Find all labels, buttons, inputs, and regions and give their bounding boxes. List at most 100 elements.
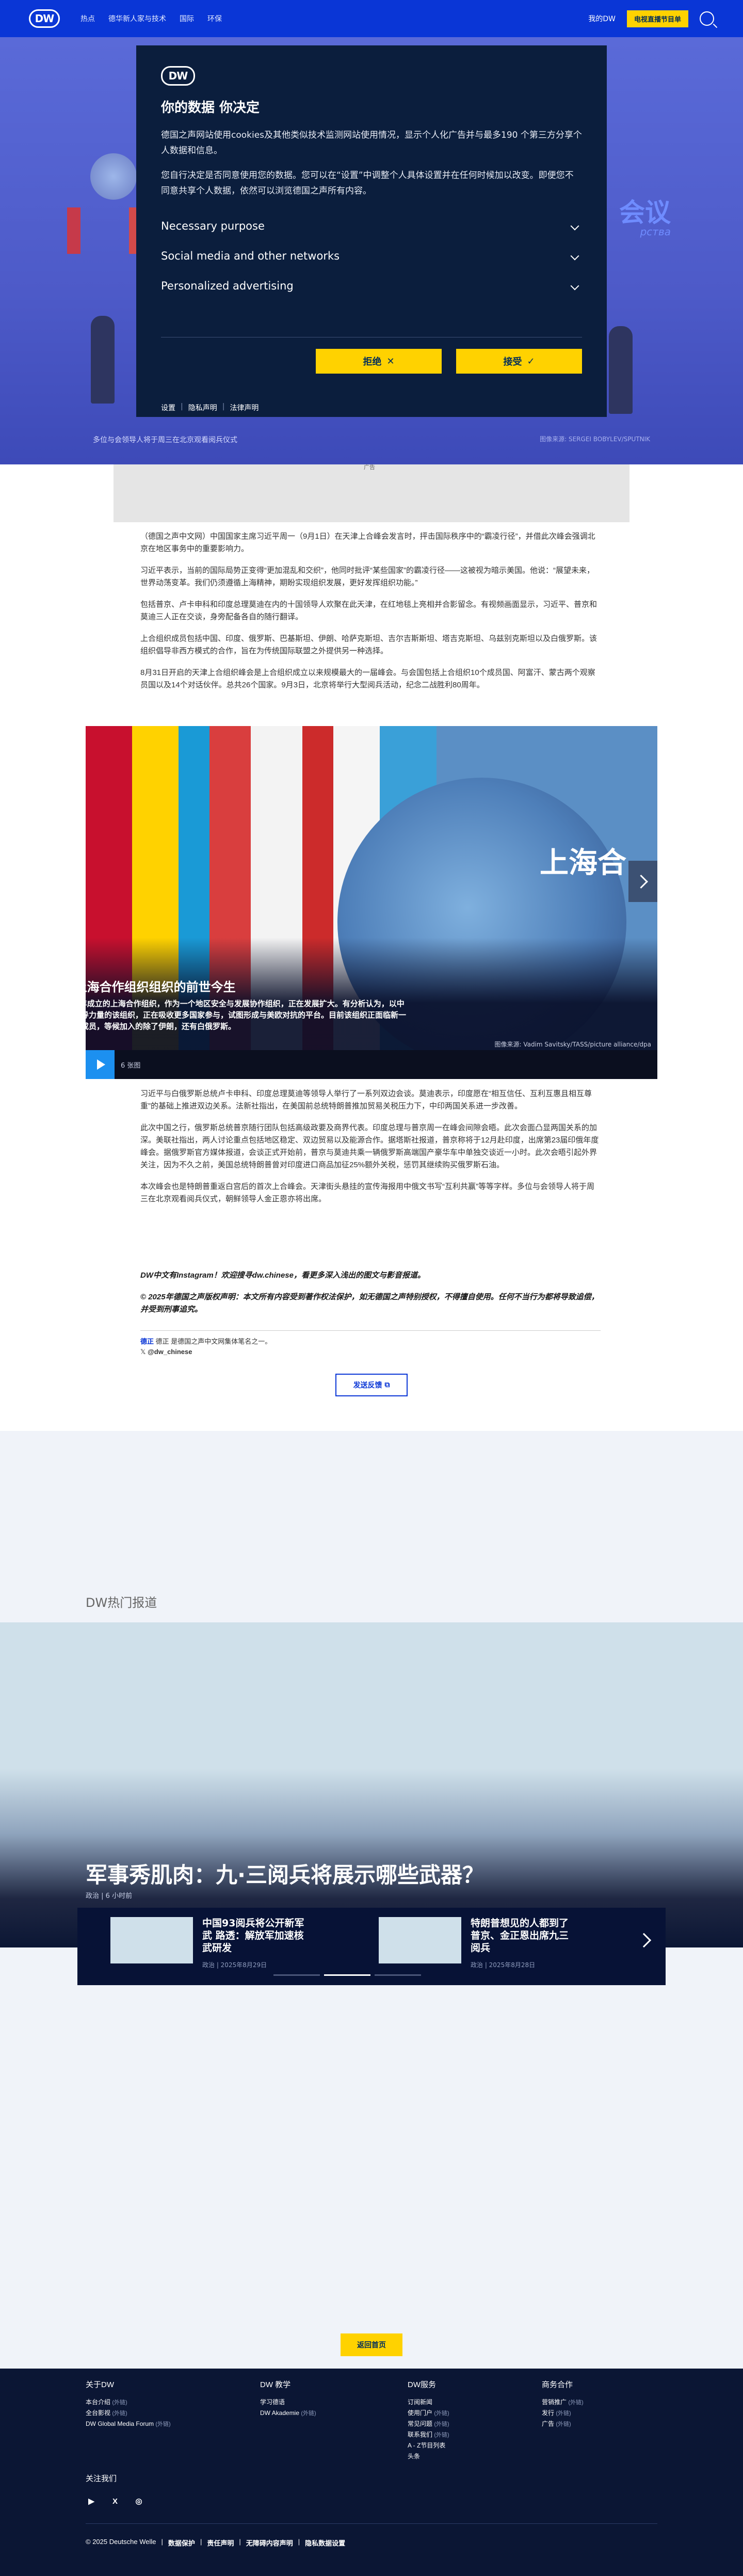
separator: | [200, 2538, 202, 2546]
purpose-label: Social media and other networks [161, 250, 340, 262]
article-paragraph: 习近平表示，当前的国际局势正变得“更加混乱和交织”，他同时批评“某些国家”的霸凌… [140, 566, 594, 587]
top-bar: DW 热点 德华新人家与技术 国际 环保 我的DW 电视直播节目单 [0, 0, 743, 37]
footer-link[interactable]: 使用门户 (外链) [408, 2408, 449, 2419]
author-name[interactable]: 德正 [140, 1338, 154, 1345]
indicator-dot[interactable] [375, 1974, 421, 1976]
consent-dialog: DW 你的数据 你决定 德国之声网站使用cookies及其他类似技术监测网站使用… [136, 45, 607, 417]
hero-backdrop-sign-sub: рства [640, 226, 671, 238]
hero-backdrop-sign: 会议 [619, 198, 671, 228]
accept-label: 接受 [503, 357, 522, 367]
hot-story-meta: 政治 | 6 小时前 [86, 1892, 133, 1900]
article-paragraph: 包括普京、卢卡申科和印度总理莫迪在内的十国领导人欢聚在此天津，在红地毯上亮相并合… [140, 600, 597, 621]
footer-link[interactable]: DW Akademie (外链) [260, 2408, 316, 2419]
footer-link[interactable]: 发行 (外链) [542, 2408, 584, 2419]
follow-us-title: 关注我们 [86, 2474, 117, 2483]
purpose-necessary[interactable]: Necessary purpose [161, 211, 582, 241]
footer-col-business: 商务合作 营销推广 (外链) 发行 (外链) 广告 (外链) [542, 2379, 584, 2429]
footer-col-title: 关于DW [86, 2380, 114, 2389]
story-meta: 政治 | 2025年8月28日 [471, 1961, 536, 1969]
indicator-dot[interactable] [324, 1974, 370, 1976]
send-feedback-button[interactable]: 发送反馈 ⧉ [335, 1374, 408, 1396]
youtube-icon[interactable]: ▶ [86, 2496, 97, 2507]
story-thumbnail [110, 1917, 193, 1963]
instagram-icon[interactable]: ◎ [133, 2496, 144, 2507]
consent-buttons: 拒绝 ✕ 接受 ✓ [161, 349, 582, 374]
accept-button[interactable]: 接受 ✓ [456, 349, 582, 374]
reject-label: 拒绝 [363, 357, 382, 367]
footer-link[interactable]: DW Global Media Forum (外链) [86, 2419, 171, 2429]
nav-item-tech[interactable]: 德华新人家与技术 [108, 13, 166, 24]
footer-link[interactable]: 常见问题 (外链) [408, 2419, 449, 2429]
gallery-control-bar: 6 张图 [86, 1050, 657, 1079]
nav-item-world[interactable]: 国际 [180, 13, 194, 24]
consent-text: 您自行决定是否同意使用您的数据。您可以在“设置”中调整个人具体设置并在任何时候加… [161, 170, 574, 196]
x-icon[interactable]: 𝕏 [140, 1348, 146, 1356]
purpose-social-media[interactable]: Social media and other networks [161, 241, 582, 271]
main-nav: 热点 德华新人家与技术 国际 环保 [80, 13, 222, 24]
separator: | [239, 2538, 241, 2546]
legal-link[interactable]: 隐私数据设置 [305, 2538, 345, 2548]
purpose-advertising[interactable]: Personalized advertising [161, 271, 582, 301]
story-thumbnail [379, 1917, 461, 1963]
footer-link[interactable]: 本台介绍 (外链) [86, 2397, 171, 2408]
legal-link[interactable]: 责任声明 [207, 2538, 234, 2548]
hot-story-item[interactable]: 中国93阅兵将公开新军武 路透：解放军加速核武研发 政治 | 2025年8月29… [110, 1917, 305, 1969]
footer-link[interactable]: 全台影视 (外链) [86, 2408, 171, 2419]
footer-link[interactable]: A - Z节目列表 [408, 2440, 449, 2451]
footer-link[interactable]: 订阅新闻 [408, 2397, 449, 2408]
chevron-down-icon [570, 281, 579, 291]
footer-link[interactable]: 广告 (外链) [542, 2419, 584, 2429]
gallery-description: 2001年成立的上海合作组织，作为一个地区安全与发展协作组织，正在发展扩大。有分… [58, 999, 407, 1031]
gallery-title[interactable]: ▣ 上海合作组织组织的前世今生 [58, 977, 574, 995]
divider [140, 1330, 601, 1331]
chevron-down-icon [570, 221, 579, 231]
separator: | [161, 2538, 163, 2546]
footer-link[interactable]: 联系我们 (外链) [408, 2429, 449, 2440]
hero-caption: 多位与会领导人将于周三在北京观看阅兵仪式 [93, 436, 237, 444]
x-icon[interactable]: X [109, 2496, 121, 2507]
hot-story-headline[interactable]: 军事秀肌肉：九·三阅兵将展示哪些武器？ [86, 1858, 484, 1889]
back-home-button[interactable]: 返回首页 [341, 2333, 402, 2356]
ad-slot[interactable] [114, 464, 629, 522]
dw-logo[interactable]: DW [29, 9, 60, 28]
gallery-icon: ▣ [58, 978, 70, 993]
article-paragraph: （德国之声中文网）中国国家主席习近平周一（9月1日）在天津上合峰会发言时，抨击国… [140, 532, 595, 553]
gallery-next-button[interactable] [628, 861, 657, 902]
author-description: 德正 是德国之声中文网集体笔名之一。 [155, 1338, 272, 1345]
hero-credit: 图像来源: SERGEI BOBYLEV/SPUTNIK [540, 436, 650, 443]
article-paragraph: 此次中国之行，俄罗斯总统普京随行团队包括高级政要及商界代表。印度总理与普京周一在… [140, 1123, 599, 1169]
my-dw-link[interactable]: 我的DW [588, 13, 616, 24]
social-links: ▶ X ◎ [86, 2496, 144, 2507]
separator: | [298, 2538, 300, 2546]
privacy-link[interactable]: 隐私声明 [188, 403, 217, 413]
feedback-icon: ⧉ [384, 1381, 390, 1389]
article-body: （德国之声中文网）中国国家主席习近平周一（9月1日）在天津上合峰会发言时，抨击国… [140, 530, 601, 701]
settings-link[interactable]: 设置 [161, 403, 175, 413]
footer-col-about: 关于DW 本台介绍 (外链) 全台影视 (外链) DW Global Media… [86, 2379, 171, 2429]
legal-link[interactable]: 无障碍内容声明 [246, 2538, 293, 2548]
legal-link[interactable]: 法律声明 [230, 403, 259, 413]
play-icon[interactable] [86, 1050, 115, 1079]
nav-item-hot[interactable]: 热点 [80, 13, 95, 24]
legal-link[interactable]: 数据保护 [168, 2538, 195, 2548]
header-actions: 我的DW 电视直播节目单 [588, 10, 714, 27]
consent-logo: DW [161, 66, 195, 86]
footer: 关于DW 本台介绍 (外链) 全台影视 (外链) DW Global Media… [0, 2369, 743, 2576]
article-notes: DW中文有Instagram！欢迎搜寻dw.chinese，看更多深入浅出的图文… [140, 1269, 601, 1325]
story-title: 中国93阅兵将公开新军武 路透：解放军加速核武研发 [202, 1918, 304, 1954]
separator: | [222, 403, 225, 411]
footer-link[interactable]: 学习德语 [260, 2397, 316, 2408]
hot-story-item[interactable]: 特朗普想见的人都到了 普京、金正恩出席九三阅兵 政治 | 2025年8月28日 [379, 1917, 578, 1969]
indicator-dot[interactable] [273, 1974, 320, 1976]
consent-title: 你的数据 你决定 [161, 100, 260, 116]
search-icon[interactable] [700, 11, 714, 26]
footer-divider [86, 2523, 657, 2524]
consent-links: 设置 | 隐私声明 | 法律声明 [161, 403, 582, 413]
reject-button[interactable]: 拒绝 ✕ [316, 349, 442, 374]
footer-link[interactable]: 营销推广 (外链) [542, 2397, 584, 2408]
tv-schedule-button[interactable]: 电视直播节目单 [626, 10, 688, 27]
footer-link[interactable]: 头条 [408, 2451, 449, 2462]
author-social-handle[interactable]: @dw_chinese [148, 1348, 192, 1356]
gallery-count: 6 张图 [121, 1061, 141, 1070]
nav-item-environment[interactable]: 环保 [207, 13, 222, 24]
